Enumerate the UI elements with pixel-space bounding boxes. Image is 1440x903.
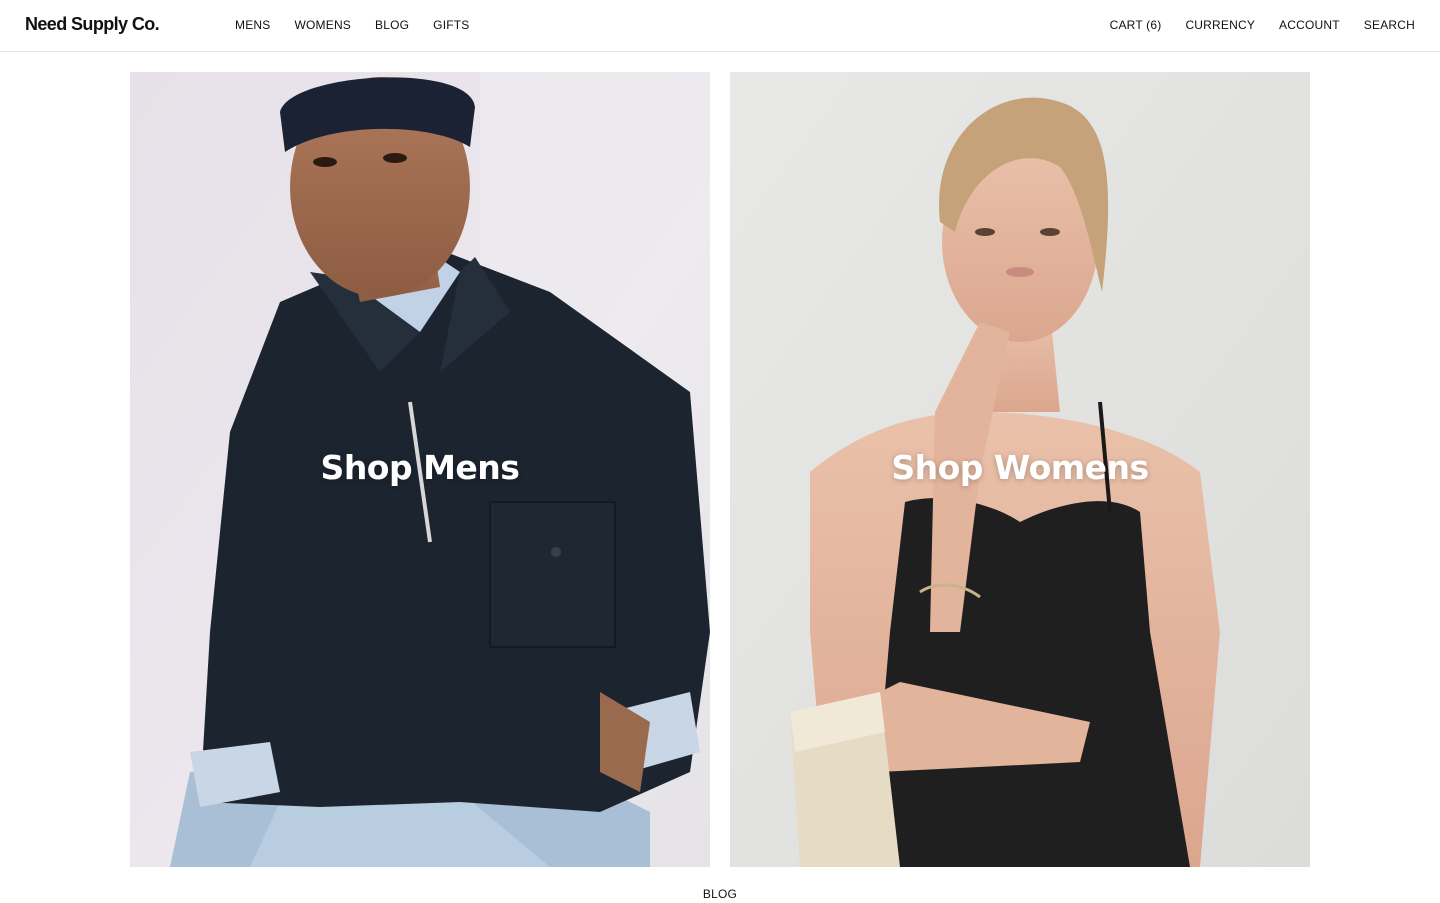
nav-search[interactable]: SEARCH <box>1364 18 1415 32</box>
site-header: Need Supply Co. MENS WOMENS BLOG GIFTS C… <box>0 0 1440 52</box>
shop-womens-panel[interactable]: Shop Womens <box>730 72 1310 867</box>
nav-account[interactable]: ACCOUNT <box>1279 18 1340 32</box>
shop-mens-title: Shop Mens <box>320 448 520 487</box>
nav-womens[interactable]: WOMENS <box>294 18 351 32</box>
site-logo[interactable]: Need Supply Co. <box>25 14 160 35</box>
nav-gifts[interactable]: GIFTS <box>433 18 469 32</box>
nav-mens[interactable]: MENS <box>235 18 270 32</box>
utility-nav: CART (6) CURRENCY ACCOUNT SEARCH <box>1110 18 1415 32</box>
shop-womens-title: Shop Womens <box>891 448 1149 487</box>
nav-cart[interactable]: CART (6) <box>1110 18 1162 32</box>
nav-blog[interactable]: BLOG <box>375 18 409 32</box>
nav-currency[interactable]: CURRENCY <box>1185 18 1255 32</box>
primary-nav: MENS WOMENS BLOG GIFTS <box>235 18 470 32</box>
footer: BLOG <box>0 885 1440 903</box>
footer-blog-link[interactable]: BLOG <box>703 887 737 901</box>
shop-mens-panel[interactable]: Shop Mens <box>130 72 710 867</box>
